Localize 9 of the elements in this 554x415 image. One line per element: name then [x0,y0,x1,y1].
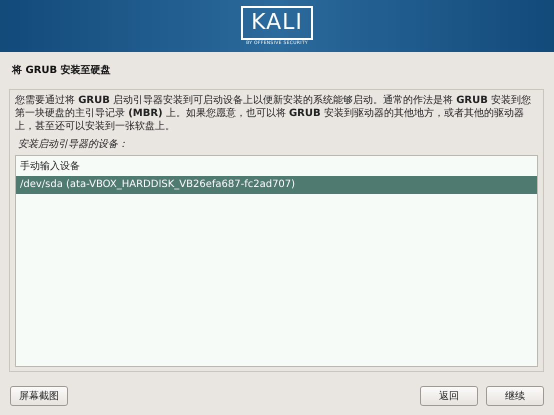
description-text: 您需要通过将 GRUB 启动引导器安装到可启动设备上以便新安装的系统能够启动。通常的作法是将 GRUB 安装到您第一块硬盘的主引导记录 (MBR) 上。如果您愿意，也可以将 GRUB 安装到驱动器的其他地方，或者其他的驱动器上，甚至还可以安装到一张软盘上。 [15,94,532,133]
logo: KALI [241,6,313,40]
screenshot-button[interactable]: 屏幕截图 [10,386,68,406]
list-item[interactable]: /dev/sda (ata-VBOX_HARDDISK_VB26efa687-fc2ad707) [16,176,537,194]
continue-button[interactable]: 继续 [486,386,544,406]
page-title: 将 GRUB 安装至硬盘 [10,63,112,78]
prompt-label: 安装启动引导器的设备： [17,138,129,151]
back-button[interactable]: 返回 [420,386,478,406]
list-item[interactable]: 手动输入设备 [16,158,537,176]
